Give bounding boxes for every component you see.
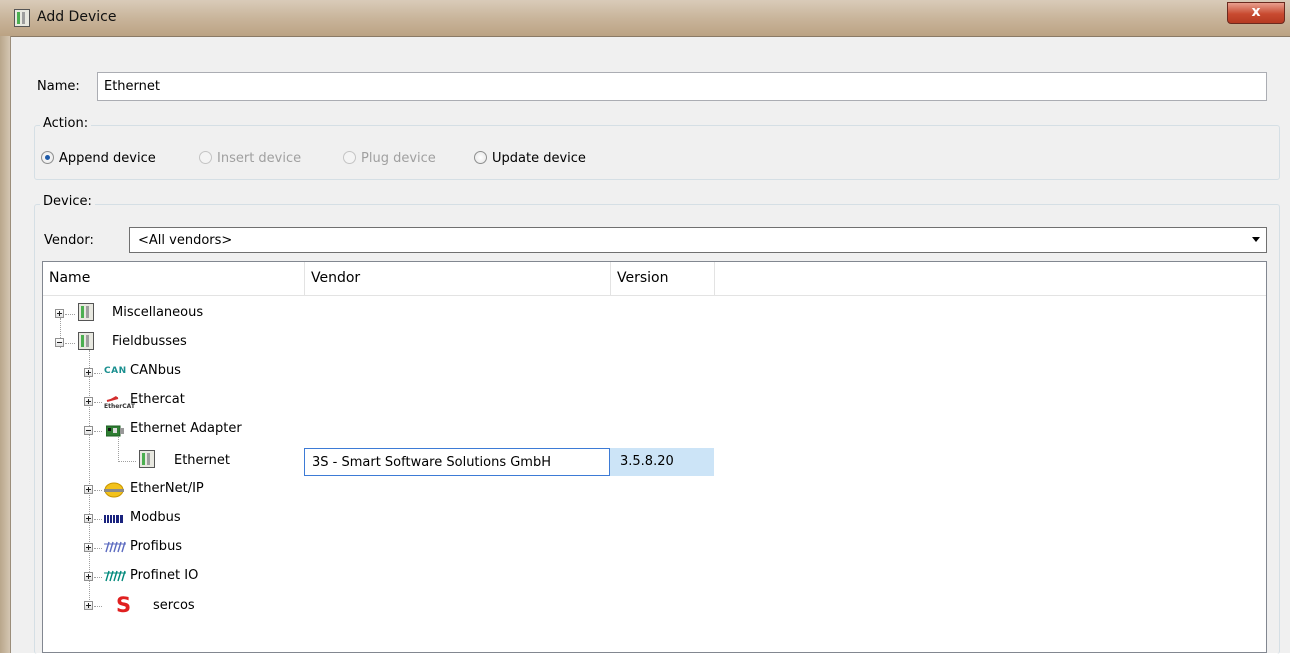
tree-line — [94, 490, 102, 491]
expand-icon[interactable] — [84, 514, 93, 523]
window-title: Add Device — [37, 9, 117, 25]
append-device-radio[interactable]: Append device — [41, 151, 156, 167]
tree-line — [94, 373, 102, 374]
action-group-title: Action: — [40, 116, 92, 131]
expand-icon[interactable] — [55, 309, 64, 318]
tree-item-profibus[interactable]: Profibus — [130, 539, 182, 554]
column-header-vendor[interactable]: Vendor — [305, 262, 611, 296]
device-icon — [78, 303, 94, 321]
close-button[interactable]: x — [1227, 2, 1285, 24]
tree-line — [118, 461, 136, 462]
insert-device-label: Insert device — [217, 151, 302, 166]
expand-icon[interactable] — [84, 543, 93, 552]
title-bar[interactable]: Add Device x — [0, 0, 1290, 37]
tree-item-ethercat[interactable]: Ethercat — [130, 392, 185, 407]
update-device-radio[interactable]: Update device — [474, 151, 586, 167]
device-icon — [139, 450, 155, 468]
tree-line — [94, 431, 102, 432]
expand-icon[interactable] — [84, 601, 93, 610]
device-icon — [14, 9, 30, 27]
selected-version-cell[interactable]: 3.5.8.20 — [620, 454, 674, 469]
tree-line — [94, 548, 102, 549]
selected-vendor-cell[interactable]: 3S - Smart Software Solutions GmbH — [304, 448, 610, 476]
radio-icon — [199, 151, 212, 164]
ethernet-ip-icon — [104, 482, 124, 498]
plug-device-radio[interactable]: Plug device — [343, 151, 436, 167]
profinet-icon — [104, 570, 126, 582]
update-device-label: Update device — [492, 151, 586, 166]
can-icon: CAN — [104, 366, 127, 376]
column-header-filler — [715, 262, 1266, 296]
tree-item-miscellaneous[interactable]: Miscellaneous — [112, 305, 203, 320]
expand-icon[interactable] — [84, 485, 93, 494]
chevron-down-icon[interactable] — [1252, 237, 1260, 242]
radio-icon — [343, 151, 356, 164]
tree-item-canbus[interactable]: CANbus — [130, 363, 181, 378]
device-icon — [78, 332, 94, 350]
tree-item-ethernet-ip[interactable]: EtherNet/IP — [130, 481, 204, 496]
tree-line — [65, 343, 75, 344]
tree-line — [94, 577, 102, 578]
tree-item-profinet-io[interactable]: Profinet IO — [130, 568, 198, 583]
insert-device-radio[interactable]: Insert device — [199, 151, 301, 167]
window-frame-edge — [0, 36, 11, 653]
vendor-dropdown-value: <All vendors> — [138, 233, 233, 248]
radio-selected-icon — [41, 151, 54, 164]
network-card-icon — [106, 425, 124, 437]
profibus-icon — [104, 541, 126, 553]
tree-line — [89, 350, 90, 608]
expand-icon[interactable] — [84, 368, 93, 377]
tree-line — [94, 606, 102, 607]
tree-item-sercos[interactable]: sercos — [153, 598, 195, 613]
ethercat-icon: EtherCAT — [104, 396, 135, 412]
name-label: Name: — [37, 79, 80, 94]
device-group-title: Device: — [40, 194, 95, 209]
tree-line — [94, 519, 102, 520]
expand-icon[interactable] — [84, 572, 93, 581]
vendor-dropdown[interactable]: <All vendors> — [129, 227, 1267, 253]
tree-item-ethernet-adapter[interactable]: Ethernet Adapter — [130, 421, 242, 436]
radio-icon — [474, 151, 487, 164]
tree-item-fieldbusses[interactable]: Fieldbusses — [112, 334, 187, 349]
sercos-icon: S — [116, 593, 132, 617]
tree-item-modbus[interactable]: Modbus — [130, 510, 181, 525]
plug-device-label: Plug device — [361, 151, 436, 166]
name-input[interactable]: Ethernet — [97, 72, 1267, 101]
column-header-name[interactable]: Name — [43, 262, 305, 296]
add-device-dialog: Add Device x Name: Ethernet Action: Appe… — [0, 0, 1290, 654]
tree-item-ethernet[interactable]: Ethernet — [174, 453, 230, 468]
modbus-icon — [104, 515, 123, 523]
column-header-version[interactable]: Version — [611, 262, 715, 296]
collapse-icon[interactable] — [84, 426, 93, 435]
expand-icon[interactable] — [84, 397, 93, 406]
append-device-label: Append device — [59, 151, 156, 166]
tree-line — [94, 402, 102, 403]
tree-line — [65, 314, 75, 315]
collapse-icon[interactable] — [55, 338, 64, 347]
tree-line — [118, 434, 119, 462]
vendor-label: Vendor: — [44, 233, 94, 248]
